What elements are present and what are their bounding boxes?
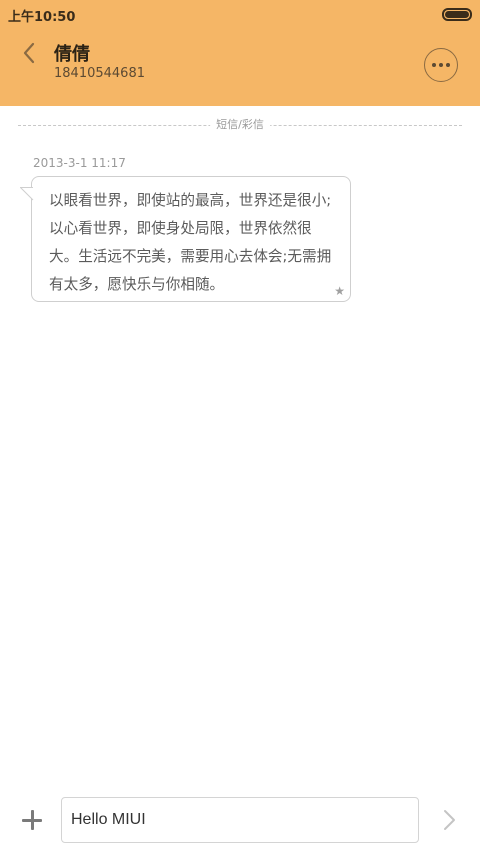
message-text: 以眼看世界，即使站的最高，世界还是很小;以心看世界，即使身处局限，世界依然很大。… bbox=[49, 192, 332, 293]
message-type-divider: 短信/彩信 bbox=[18, 118, 462, 132]
battery-level bbox=[445, 11, 469, 18]
battery-icon bbox=[442, 8, 472, 21]
plus-icon[interactable] bbox=[20, 808, 44, 832]
message-bubble[interactable]: 以眼看世界，即使站的最高，世界还是很小;以心看世界，即使身处局限，世界依然很大。… bbox=[20, 176, 351, 302]
more-options-button[interactable] bbox=[424, 48, 458, 82]
status-time: 上午10:50 bbox=[8, 10, 76, 25]
message-timestamp: 2013-3-1 11:17 bbox=[33, 156, 126, 170]
contact-number: 18410544681 bbox=[54, 66, 145, 81]
divider-label: 短信/彩信 bbox=[210, 118, 270, 132]
more-horizontal-icon bbox=[432, 63, 450, 67]
contact-name: 倩倩 bbox=[54, 44, 90, 65]
chevron-left-icon[interactable] bbox=[16, 38, 42, 68]
star-icon[interactable]: ★ bbox=[334, 284, 345, 298]
message-input[interactable] bbox=[61, 797, 419, 843]
bubble-tail bbox=[20, 187, 34, 201]
chevron-right-icon[interactable] bbox=[440, 808, 460, 832]
conversation-header: 倩倩 18410544681 bbox=[0, 28, 480, 106]
status-bar: 上午10:50 bbox=[0, 0, 480, 28]
